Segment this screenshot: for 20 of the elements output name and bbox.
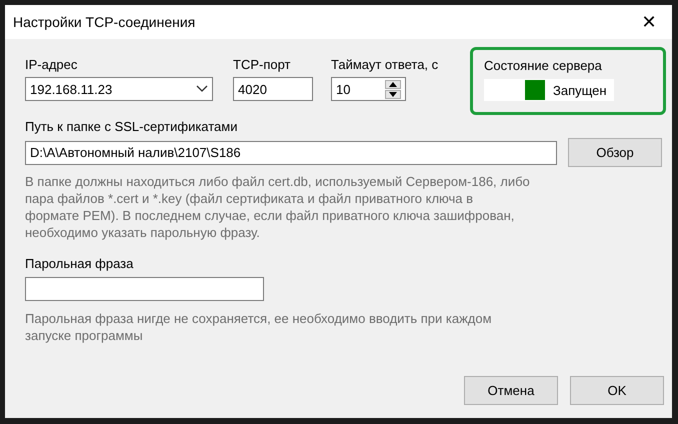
status-label: Состояние сервера xyxy=(484,58,603,74)
caret-icon xyxy=(196,85,208,93)
field-label: IP-адрес xyxy=(25,57,78,73)
browse-button[interactable]: Обзор xyxy=(568,138,662,167)
window-title: Настройки TCP-соединения xyxy=(13,14,196,30)
passphrase-field[interactable] xyxy=(25,277,264,301)
hint-text: Парольная фраза нигде не сохраняется, ее необходимо вводить при каждом запуске программы xyxy=(25,310,493,344)
field-label: Таймаут ответа, с xyxy=(331,57,440,73)
ok-button[interactable]: OK xyxy=(570,376,664,405)
close-button[interactable]: ✕ xyxy=(626,5,672,39)
field-label: Парольная фраза xyxy=(25,256,134,272)
timeout-spinbox[interactable]: 10 xyxy=(331,77,406,101)
hint-text: В папке должны находиться либо файл cert.db, используемый Сервером-186, либо пара файлов *.cert и *.key (файл сертификата и файл приватного ключа в формате PEM). В последнем случае, если файл приватного ключа зашифрован, необходимо указать парольную фразу. xyxy=(25,173,530,241)
cancel-button[interactable]: Отмена xyxy=(464,376,558,405)
port-field[interactable]: 4020 xyxy=(233,77,313,101)
field-label: TCP-порт xyxy=(233,57,292,73)
ip-dropdown[interactable]: 192.168.11.23 xyxy=(25,77,213,101)
path-field[interactable]: D:\А\Автономный налив\2107\S186 xyxy=(25,140,557,164)
field-label: Путь к папке с SSL-сертификатами xyxy=(25,119,238,135)
status-text: Запущен xyxy=(553,82,607,98)
